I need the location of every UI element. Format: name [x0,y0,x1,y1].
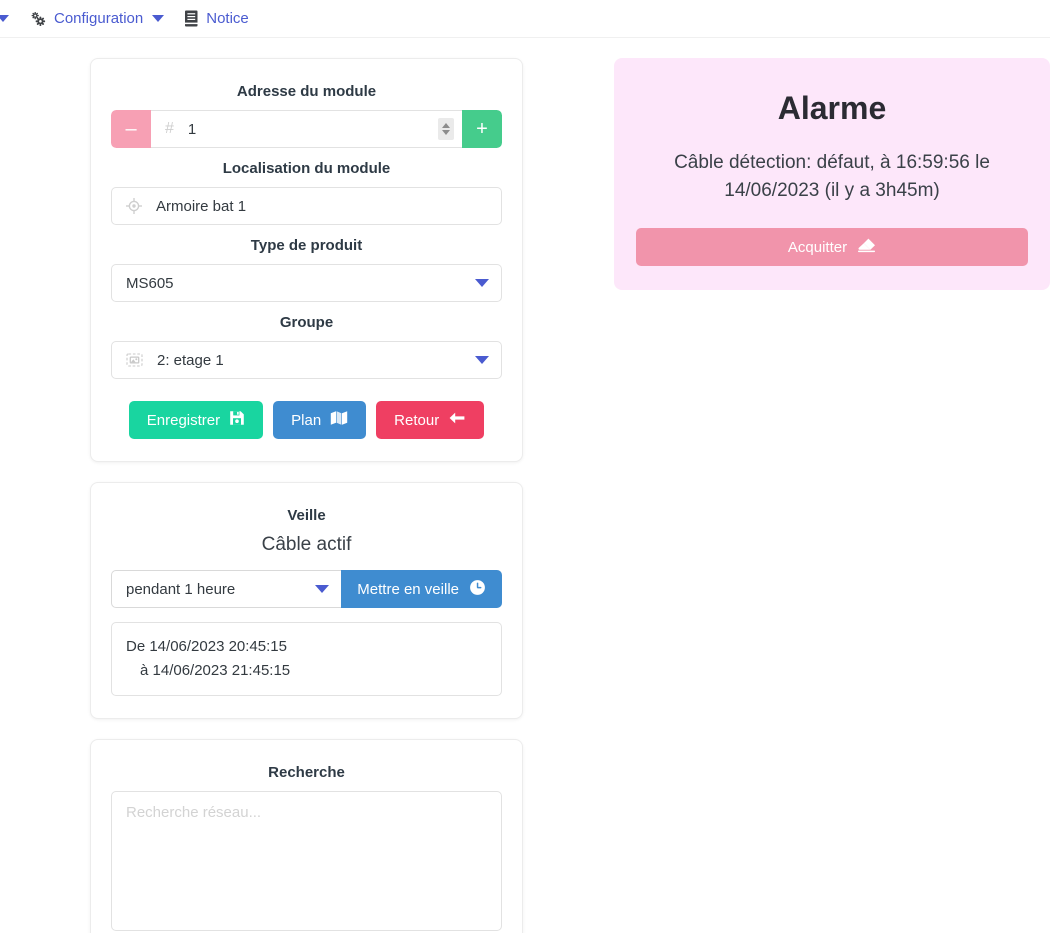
frame-icon [126,352,143,368]
chevron-down-icon[interactable] [475,279,489,287]
product-type-select[interactable]: MS605 [111,264,502,302]
nav-item-notice-label: Notice [206,10,249,27]
location-label: Localisation du module [111,160,502,177]
acknowledge-alarm-button[interactable]: Acquitter [636,228,1028,266]
eraser-icon [857,237,876,257]
acknowledge-alarm-label: Acquitter [788,239,847,256]
location-input[interactable]: Armoire bat 1 [156,198,246,215]
back-button-label: Retour [394,412,439,429]
alarm-card: Alarme Câble détection: défaut, à 16:59:… [614,58,1050,290]
gears-icon [29,11,47,27]
nav-item-configuration-label: Configuration [54,10,143,27]
veille-duration-select[interactable]: pendant 1 heure [111,570,341,608]
veille-schedule-to: à 14/06/2023 21:45:15 [126,659,487,683]
search-title: Recherche [111,764,502,781]
address-spinner[interactable] [438,118,454,140]
chevron-down-icon[interactable] [0,15,9,22]
product-type-value: MS605 [126,275,475,292]
plan-button[interactable]: Plan [273,401,366,439]
alarm-message: Câble détection: défaut, à 16:59:56 le 1… [636,149,1028,204]
nav-item-truncated[interactable] [0,11,19,26]
hash-icon: # [165,120,174,138]
search-input[interactable]: Recherche réseau... [111,791,502,931]
book-icon [184,10,199,27]
veille-card: Veille Câble actif pendant 1 heure Mettr… [90,482,523,719]
address-input[interactable]: 1 [188,121,438,138]
save-button-label: Enregistrer [147,412,220,429]
veille-schedule-info: De 14/06/2023 20:45:15 à 14/06/2023 21:4… [111,622,502,696]
nav-item-configuration[interactable]: Configuration [19,6,174,31]
increment-address-button[interactable]: + [462,110,502,148]
clock-icon [469,579,486,600]
module-action-buttons: Enregistrer Plan [111,401,502,439]
group-select[interactable]: 2: etage 1 [111,341,502,379]
group-label: Groupe [111,314,502,331]
veille-schedule-from: De 14/06/2023 20:45:15 [126,635,487,659]
set-veille-button-label: Mettre en veille [357,581,459,598]
spinner-down-icon[interactable] [442,130,450,135]
spinner-up-icon[interactable] [442,123,450,128]
chevron-down-icon[interactable] [152,15,164,22]
product-type-label: Type de produit [111,237,502,254]
back-button[interactable]: Retour [376,401,484,439]
module-config-card: Adresse du module – # 1 + Localisation d… [90,58,523,462]
location-input-wrapper[interactable]: Armoire bat 1 [111,187,502,225]
page-body: Adresse du module – # 1 + Localisation d… [0,38,1050,933]
veille-duration-value: pendant 1 heure [126,581,315,598]
top-navbar: Configuration Notice [0,0,1050,38]
nav-item-notice[interactable]: Notice [174,6,259,31]
arrow-left-icon [448,410,466,430]
decrement-address-button[interactable]: – [111,110,151,148]
group-value: 2: etage 1 [157,352,475,369]
save-button[interactable]: Enregistrer [129,401,263,439]
address-input-wrapper[interactable]: # 1 [151,110,462,148]
set-veille-button[interactable]: Mettre en veille [341,570,502,608]
left-column: Adresse du module – # 1 + Localisation d… [90,58,591,933]
floppy-disk-icon [229,410,245,430]
search-card: Recherche Recherche réseau... [90,739,523,933]
chevron-down-icon[interactable] [315,585,329,593]
veille-control-row: pendant 1 heure Mettre en veille [111,570,502,608]
crosshair-icon [126,198,142,214]
map-icon [330,410,348,430]
plan-button-label: Plan [291,412,321,429]
address-label: Adresse du module [111,83,502,100]
alarm-title: Alarme [636,90,1028,127]
address-stepper: – # 1 + [111,110,502,148]
veille-title: Veille [111,507,502,524]
veille-status: Câble actif [111,534,502,556]
chevron-down-icon[interactable] [475,356,489,364]
right-column: Alarme Câble détection: défaut, à 16:59:… [614,58,1050,290]
